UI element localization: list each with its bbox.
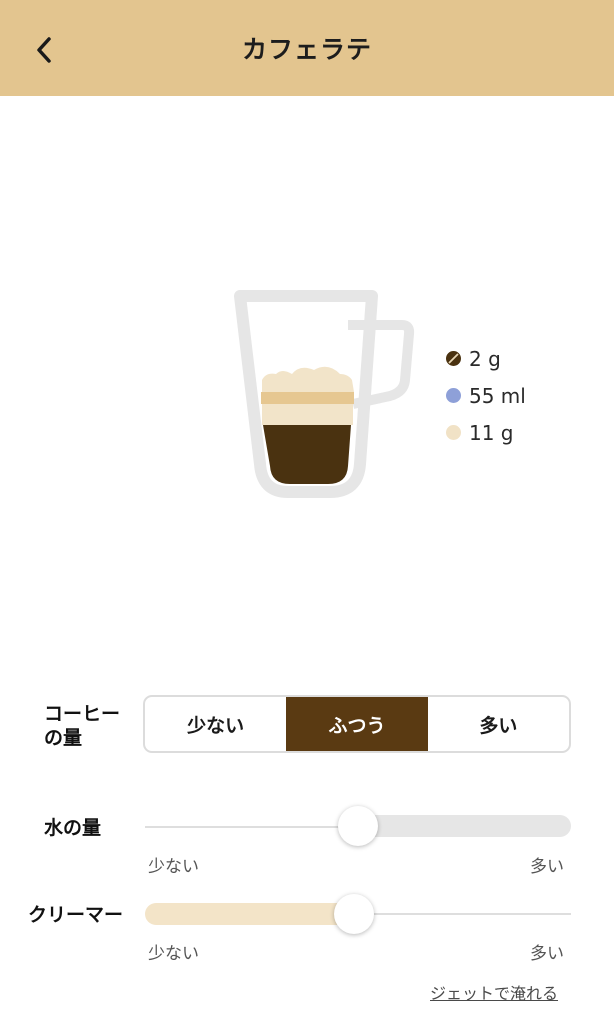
creamer-slider-fill[interactable] bbox=[145, 903, 358, 925]
coffee-grams: 2 g bbox=[469, 346, 501, 371]
coffee-amount-option-normal[interactable]: ふつう bbox=[286, 697, 428, 751]
brew-with-jet-link[interactable]: ジェットで淹れる bbox=[430, 980, 558, 1004]
water-ml: 55 ml bbox=[469, 383, 526, 408]
water-slider-track-left bbox=[145, 826, 358, 828]
latte-glass-illustration bbox=[234, 290, 415, 498]
coffee-amount-label: コーヒー の量 bbox=[44, 702, 120, 750]
coffee-amount-label-line2: の量 bbox=[44, 727, 83, 749]
coffee-bean-icon bbox=[446, 351, 461, 366]
water-slider-track[interactable] bbox=[358, 815, 571, 837]
page-title: カフェラテ bbox=[241, 35, 372, 64]
water-max-label: 多い bbox=[530, 857, 564, 877]
chevron-left-icon bbox=[37, 37, 51, 63]
creamer-min-label: 少ない bbox=[148, 944, 199, 964]
water-amount-label: 水の量 bbox=[44, 817, 102, 839]
coffee-amount-selector: 少ない ふつう 多い bbox=[143, 695, 571, 753]
creamer-grams: 11 g bbox=[469, 420, 514, 445]
app-header: カフェラテ bbox=[0, 0, 614, 96]
water-slider-thumb[interactable] bbox=[338, 806, 378, 846]
legend-item-water: 55 ml bbox=[446, 377, 526, 414]
recipe-legend: 2 g 55 ml 11 g bbox=[446, 340, 526, 451]
creamer-slider-thumb[interactable] bbox=[334, 894, 374, 934]
water-dot-icon bbox=[446, 388, 461, 403]
creamer-max-label: 多い bbox=[530, 944, 564, 964]
creamer-dot-icon bbox=[446, 425, 461, 440]
coffee-amount-label-line1: コーヒー bbox=[44, 703, 121, 725]
back-button[interactable] bbox=[22, 28, 66, 72]
coffee-amount-option-less[interactable]: 少ない bbox=[145, 697, 286, 751]
legend-item-coffee: 2 g bbox=[446, 340, 526, 377]
creamer-slider-track[interactable] bbox=[358, 913, 571, 915]
creamer-amount-label: クリーマー bbox=[28, 904, 124, 926]
coffee-amount-option-more[interactable]: 多い bbox=[428, 697, 569, 751]
water-min-label: 少ない bbox=[148, 857, 199, 877]
legend-item-creamer: 11 g bbox=[446, 414, 526, 451]
